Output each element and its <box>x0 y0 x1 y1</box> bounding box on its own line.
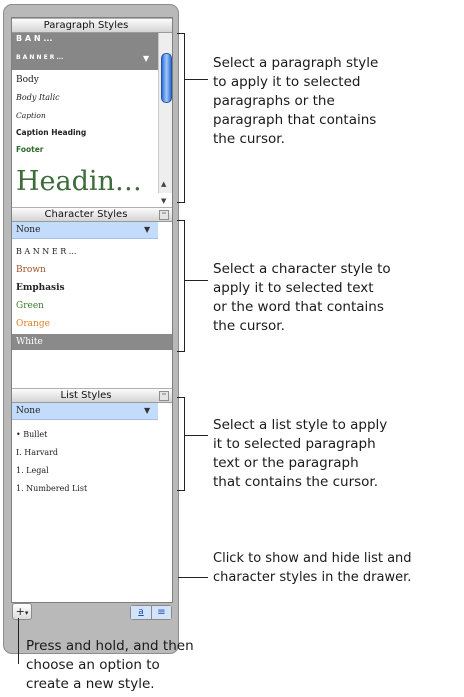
callout-line: choose an option to <box>26 657 160 673</box>
paragraph-style-heading[interactable]: Headin… <box>12 165 142 199</box>
paragraph-style-banner2[interactable]: B A N N E R ... <box>16 54 63 61</box>
callout-line: Click to show and hide list and <box>213 551 412 566</box>
scroll-up-icon[interactable]: ▲ <box>161 180 166 188</box>
resize-grip-icon[interactable]: = <box>159 210 169 220</box>
character-style-banner[interactable]: B A N N E R ... <box>12 244 76 260</box>
callout-line: paragraphs or the <box>213 93 335 109</box>
character-dropdown-icon[interactable]: ▼ <box>144 225 150 234</box>
list-style-numbered[interactable]: 1. Numbered List <box>12 481 87 497</box>
character-callout: Select a character style to apply it to … <box>213 260 391 336</box>
callout-line: paragraph that contains <box>213 112 377 128</box>
character-style-green[interactable]: Green <box>12 298 44 314</box>
add-style-button[interactable]: +▾ <box>12 603 32 620</box>
callout-line: apply it to selected text <box>213 280 374 296</box>
list-bracket <box>177 397 185 491</box>
drawer-callout: Click to show and hide list and characte… <box>213 549 412 587</box>
styles-drawer: Paragraph Styles B A N ... B A N N E R .… <box>3 4 179 654</box>
paragraph-styles-title: Paragraph Styles <box>43 20 129 31</box>
new-style-callout: Press and hold, and then choose an optio… <box>26 637 194 694</box>
character-style-brown[interactable]: Brown <box>12 262 46 278</box>
list-toggle-icon[interactable]: ≡ <box>152 606 171 619</box>
paragraph-style-caption-heading[interactable]: Caption Heading <box>12 125 86 141</box>
paragraph-dropdown-icon[interactable]: ▼ <box>143 54 149 63</box>
list-style-harvard[interactable]: I. Harvard <box>12 445 58 461</box>
character-toggle-icon[interactable]: a <box>131 606 152 619</box>
character-style-orange[interactable]: Orange <box>12 316 50 332</box>
list-callout: Select a list style to apply it to selec… <box>213 416 387 492</box>
scroll-down-icon[interactable]: ▼ <box>161 197 166 205</box>
paragraph-style-body-italic[interactable]: Body Italic <box>12 90 60 106</box>
callout-line: Select a paragraph style <box>213 55 379 71</box>
paragraph-style-banner1[interactable]: B A N ... <box>16 34 52 43</box>
paragraph-style-caption[interactable]: Caption <box>12 108 46 124</box>
list-leader <box>184 435 208 436</box>
character-bracket <box>177 220 185 352</box>
paragraph-callout: Select a paragraph style to apply it to … <box>213 54 378 149</box>
callout-line: text or the paragraph <box>213 455 359 471</box>
drawer-leader <box>178 577 208 578</box>
resize-grip-icon[interactable]: = <box>159 391 169 401</box>
paragraph-styles-header: Paragraph Styles <box>12 18 172 33</box>
callout-line: create a new style. <box>26 676 155 692</box>
character-style-none[interactable]: None <box>12 222 40 238</box>
list-dropdown-icon[interactable]: ▼ <box>144 406 150 415</box>
callout-line: character styles in the drawer. <box>213 570 412 585</box>
callout-line: that contains the cursor. <box>213 474 379 490</box>
list-styles-header[interactable]: List Styles = <box>12 388 172 403</box>
plus-icon: +▾ <box>15 605 29 618</box>
callout-line: Press and hold, and then <box>26 638 194 654</box>
scroll-thumb[interactable] <box>161 53 172 103</box>
callout-line: or the word that contains <box>213 299 384 315</box>
new-style-leader <box>18 618 19 664</box>
styles-panel: Paragraph Styles B A N ... B A N N E R .… <box>11 17 173 603</box>
character-style-emphasis[interactable]: Emphasis <box>12 280 65 296</box>
list-styles-title: List Styles <box>60 390 112 401</box>
callout-line: the cursor. <box>213 318 285 334</box>
paragraph-style-body[interactable]: Body <box>12 72 39 88</box>
callout-line: it to selected paragraph <box>213 436 376 452</box>
list-style-legal[interactable]: 1. Legal <box>12 463 49 479</box>
character-styles-header[interactable]: Character Styles = <box>12 207 172 222</box>
list-style-bullet[interactable]: • Bullet <box>12 427 47 443</box>
character-style-white[interactable]: White <box>12 334 172 350</box>
paragraph-scrollbar[interactable]: ▲ ▼ <box>158 33 172 205</box>
character-styles-title: Character Styles <box>44 209 128 220</box>
toggle-styles-button[interactable]: a ≡ <box>130 605 172 620</box>
callout-line: to apply it to selected <box>213 74 361 90</box>
callout-line: Select a character style to <box>213 261 391 277</box>
list-style-none[interactable]: None <box>12 403 40 419</box>
callout-line: Select a list style to apply <box>213 417 388 433</box>
paragraph-leader <box>184 79 208 80</box>
paragraph-style-footer[interactable]: Footer <box>12 142 44 158</box>
character-leader <box>184 280 208 281</box>
callout-line: the cursor. <box>213 131 285 147</box>
paragraph-bracket <box>177 33 185 203</box>
